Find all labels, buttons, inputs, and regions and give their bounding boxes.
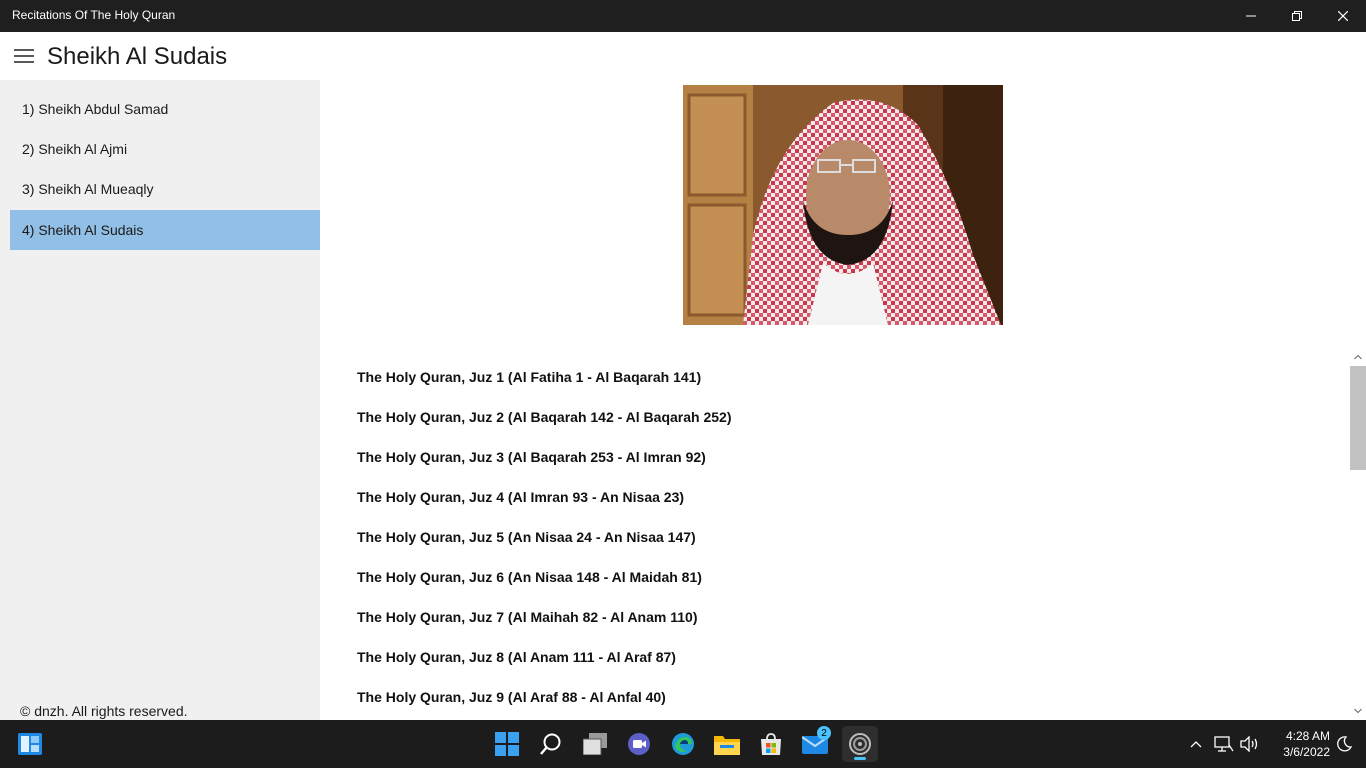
juz-item[interactable]: The Holy Quran, Juz 4 (Al Imran 93 - An … bbox=[357, 489, 684, 505]
app-header: Sheikh Al Sudais bbox=[0, 32, 1366, 80]
sidebar-item-label: 3) Sheikh Al Mueaqly bbox=[22, 181, 154, 197]
edge-icon bbox=[672, 733, 694, 755]
active-app-indicator bbox=[854, 757, 866, 760]
restore-button[interactable] bbox=[1274, 0, 1320, 32]
juz-item[interactable]: The Holy Quran, Juz 7 (Al Maihah 82 - Al… bbox=[357, 609, 697, 625]
search-icon bbox=[540, 733, 561, 755]
taskbar: 2 4:28 AM 3/6/2022 bbox=[0, 720, 1366, 768]
sidebar-item-label: 2) Sheikh Al Ajmi bbox=[22, 141, 128, 157]
start-button[interactable] bbox=[489, 726, 525, 762]
show-hidden-icons-button[interactable] bbox=[1186, 732, 1206, 756]
focus-moon-icon bbox=[1337, 736, 1352, 752]
scroll-up-button[interactable] bbox=[1350, 350, 1366, 364]
store-icon bbox=[761, 733, 781, 755]
juz-item[interactable]: The Holy Quran, Juz 9 (Al Araf 88 - Al A… bbox=[357, 689, 666, 705]
edge-browser-button[interactable] bbox=[665, 726, 701, 762]
chat-button[interactable] bbox=[621, 726, 657, 762]
task-view-icon bbox=[583, 733, 607, 755]
juz-item[interactable]: The Holy Quran, Juz 5 (An Nisaa 24 - An … bbox=[357, 529, 696, 545]
chat-icon bbox=[628, 733, 650, 755]
juz-item[interactable]: The Holy Quran, Juz 8 (Al Anam 111 - Al … bbox=[357, 649, 676, 665]
mail-badge: 2 bbox=[817, 726, 831, 740]
network-icon bbox=[1214, 736, 1234, 752]
title-bar: Recitations Of The Holy Quran bbox=[0, 0, 1366, 32]
restore-icon bbox=[1292, 11, 1302, 21]
copyright-text: © dnzh. All rights reserved. bbox=[20, 703, 188, 719]
sidebar: 1) Sheikh Abdul Samad 2) Sheikh Al Ajmi … bbox=[0, 80, 320, 720]
minimize-button[interactable] bbox=[1228, 0, 1274, 32]
network-button[interactable] bbox=[1212, 732, 1236, 756]
scrollbar-thumb[interactable] bbox=[1350, 366, 1366, 470]
scroll-down-button[interactable] bbox=[1350, 704, 1366, 718]
clock-time: 4:28 AM bbox=[1285, 729, 1330, 743]
sidebar-item-al-mueaqly[interactable]: 3) Sheikh Al Mueaqly bbox=[10, 169, 320, 209]
microsoft-store-button[interactable] bbox=[753, 726, 789, 762]
juz-item[interactable]: The Holy Quran, Juz 3 (Al Baqarah 253 - … bbox=[357, 449, 706, 465]
quran-app-button[interactable] bbox=[842, 726, 878, 762]
folder-icon bbox=[714, 736, 740, 755]
juz-item[interactable]: The Holy Quran, Juz 2 (Al Baqarah 142 - … bbox=[357, 409, 731, 425]
system-clock[interactable]: 4:28 AM 3/6/2022 bbox=[1266, 728, 1330, 760]
volume-icon bbox=[1240, 736, 1258, 752]
mail-button[interactable]: 2 bbox=[797, 726, 833, 762]
chevron-up-icon bbox=[1354, 354, 1362, 360]
hamburger-icon bbox=[14, 49, 34, 63]
file-explorer-button[interactable] bbox=[709, 726, 745, 762]
minimize-icon bbox=[1246, 15, 1256, 17]
windows-logo-icon bbox=[495, 732, 519, 756]
sidebar-item-label: 4) Sheikh Al Sudais bbox=[22, 222, 144, 238]
juz-item[interactable]: The Holy Quran, Juz 1 (Al Fatiha 1 - Al … bbox=[357, 369, 701, 385]
widgets-icon bbox=[18, 733, 42, 755]
main-content: The Holy Quran, Juz 1 (Al Fatiha 1 - Al … bbox=[320, 80, 1366, 720]
page-title: Sheikh Al Sudais bbox=[47, 43, 228, 70]
quran-app-icon bbox=[849, 733, 871, 755]
clock-date: 3/6/2022 bbox=[1283, 745, 1330, 759]
chevron-up-icon bbox=[1190, 741, 1202, 748]
sheikh-photo bbox=[683, 85, 1003, 325]
sidebar-item-al-sudais[interactable]: 4) Sheikh Al Sudais bbox=[10, 210, 320, 250]
notifications-button[interactable] bbox=[1332, 732, 1356, 756]
juz-item[interactable]: The Holy Quran, Juz 6 (An Nisaa 148 - Al… bbox=[357, 569, 702, 585]
sidebar-item-abdul-samad[interactable]: 1) Sheikh Abdul Samad bbox=[10, 89, 320, 129]
volume-button[interactable] bbox=[1238, 732, 1262, 756]
hamburger-menu-button[interactable] bbox=[10, 44, 38, 68]
close-button[interactable] bbox=[1320, 0, 1366, 32]
window-title: Recitations Of The Holy Quran bbox=[12, 8, 176, 22]
search-button[interactable] bbox=[533, 726, 569, 762]
vertical-scrollbar[interactable] bbox=[1350, 350, 1366, 720]
sidebar-item-al-ajmi[interactable]: 2) Sheikh Al Ajmi bbox=[10, 129, 320, 169]
sidebar-item-label: 1) Sheikh Abdul Samad bbox=[22, 101, 169, 117]
chevron-down-icon bbox=[1354, 708, 1362, 714]
task-view-button[interactable] bbox=[577, 726, 613, 762]
close-icon bbox=[1338, 11, 1348, 21]
widgets-button[interactable] bbox=[12, 726, 48, 762]
